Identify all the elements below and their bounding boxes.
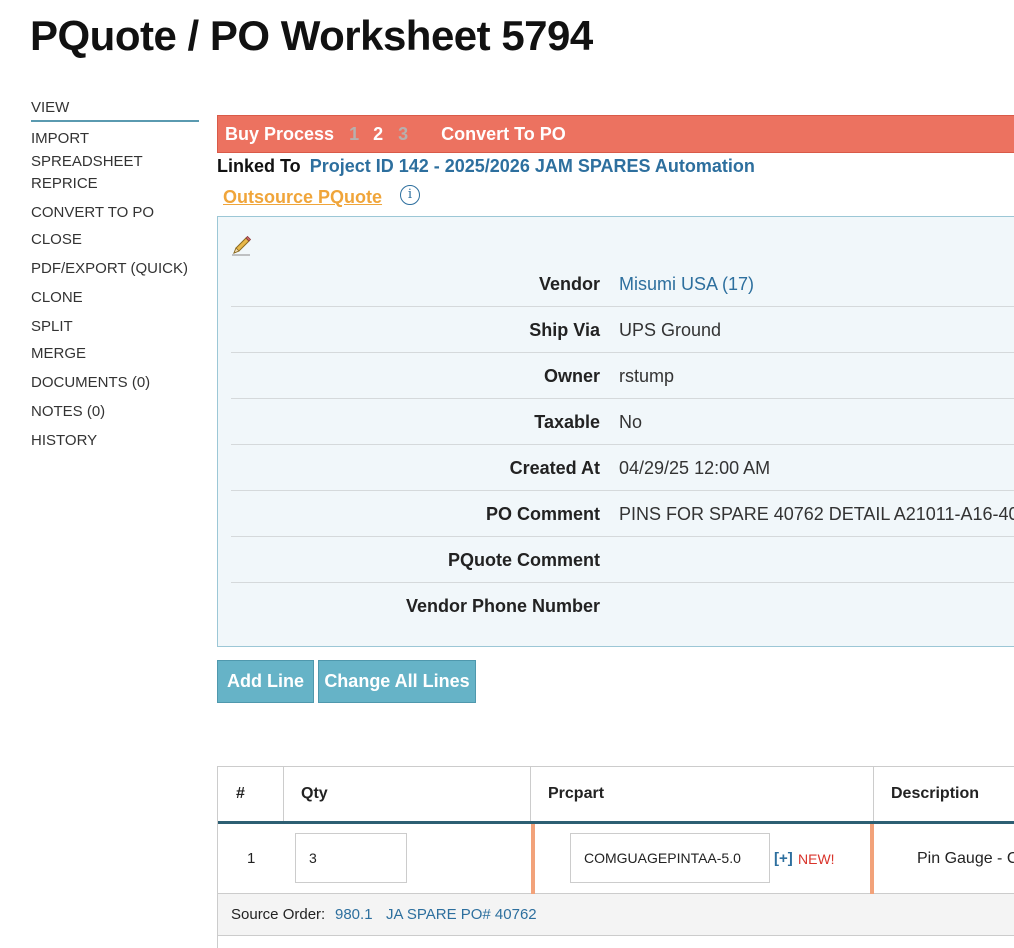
col-header-description: Description xyxy=(891,785,980,802)
nav-documents[interactable]: DOCUMENTS (0) xyxy=(31,372,199,394)
nav-import-line1: IMPORT xyxy=(31,130,90,147)
col-header-num: # xyxy=(218,767,284,821)
pquote-comment-row: PQuote Comment xyxy=(231,537,1014,583)
taxable-row: Taxable No xyxy=(231,399,1014,445)
created-at-value: 04/29/25 12:00 AM xyxy=(619,458,771,478)
vendor-row: Vendor Misumi USA (17) xyxy=(231,261,1014,307)
nav-split[interactable]: SPLIT xyxy=(31,316,199,338)
nav-import-line2: SPREADSHEET xyxy=(31,153,143,170)
nav-pdf-export[interactable]: PDF/EXPORT (QUICK) xyxy=(31,258,199,280)
source-order-label: Source Order: xyxy=(231,906,326,923)
taxable-label: Taxable xyxy=(534,412,600,432)
row-number: 1 xyxy=(247,850,256,867)
linked-to: Linked To Project ID 142 - 2025/2026 JAM… xyxy=(217,156,755,177)
ship-via-label: Ship Via xyxy=(529,320,600,340)
created-at-row: Created At 04/29/25 12:00 AM xyxy=(231,445,1014,491)
nav-merge[interactable]: MERGE xyxy=(31,343,199,365)
nav-view[interactable]: VIEW xyxy=(31,97,199,122)
po-comment-value: PINS FOR SPARE 40762 DETAIL A21011-A16-4… xyxy=(619,504,1014,524)
po-comment-row: PO Comment PINS FOR SPARE 40762 DETAIL A… xyxy=(231,491,1014,537)
ship-via-row: Ship Via UPS Ground xyxy=(231,307,1014,353)
side-nav: VIEW IMPORT SPREADSHEET REPRICE CONVERT … xyxy=(31,97,199,452)
nav-notes[interactable]: NOTES (0) xyxy=(31,401,199,423)
new-badge: NEW! xyxy=(798,851,835,867)
prcpart-accent-left xyxy=(531,824,535,894)
taxable-value: No xyxy=(619,412,643,432)
owner-row: Owner rstump xyxy=(231,353,1014,399)
nav-import-spreadsheet[interactable]: IMPORT SPREADSHEET xyxy=(31,127,199,173)
add-line-button[interactable]: Add Line xyxy=(217,660,314,703)
project-link[interactable]: Project ID 142 - 2025/2026 JAM SPARES Au… xyxy=(310,156,755,176)
source-order-link[interactable]: 980.1 xyxy=(335,906,373,923)
prcpart-input[interactable] xyxy=(570,833,770,883)
expand-prcpart-link[interactable]: [+] xyxy=(774,850,793,867)
pencil-icon[interactable] xyxy=(230,235,252,257)
info-icon[interactable]: i xyxy=(400,185,420,205)
outsource-pquote-link[interactable]: Outsource PQuote xyxy=(223,187,382,208)
nav-convert-to-po[interactable]: CONVERT TO PO xyxy=(31,202,199,224)
owner-label: Owner xyxy=(543,366,600,386)
buy-step-1[interactable]: 1 xyxy=(349,124,359,145)
prcpart-accent-right xyxy=(870,824,874,894)
linked-to-label: Linked To xyxy=(217,156,301,176)
col-header-prcpart: Prcpart xyxy=(531,767,874,821)
nav-reprice[interactable]: REPRICE xyxy=(31,173,199,195)
qty-input[interactable] xyxy=(295,833,407,883)
description-text: Pin Gauge - C xyxy=(917,850,1014,867)
change-all-lines-button[interactable]: Change All Lines xyxy=(318,660,476,703)
nav-history[interactable]: HISTORY xyxy=(31,430,199,452)
vendor-value-link[interactable]: Misumi USA (17) xyxy=(619,274,754,295)
vendor-phone-label: Vendor Phone Number xyxy=(405,596,600,616)
nav-clone[interactable]: CLONE xyxy=(31,287,199,309)
lines-table: # Qty Prcpart Description 1 [+] NEW! Pin… xyxy=(217,766,1014,948)
vendor-phone-row: Vendor Phone Number xyxy=(231,583,1014,629)
nav-close[interactable]: CLOSE xyxy=(31,229,199,251)
page-title: PQuote / PO Worksheet 5794 xyxy=(30,12,593,59)
buy-step-2[interactable]: 2 xyxy=(373,124,383,145)
po-comment-label: PO Comment xyxy=(485,504,600,524)
col-header-qty: Qty xyxy=(284,767,531,821)
buy-step-3[interactable]: 3 xyxy=(398,124,408,145)
ship-via-value: UPS Ground xyxy=(619,320,722,340)
buy-process-label: Buy Process xyxy=(225,123,335,144)
created-at-label: Created At xyxy=(509,458,600,478)
convert-to-po-step[interactable]: Convert To PO xyxy=(441,124,566,145)
source-order-row: Source Order: 980.1 JA SPARE PO# 40762 xyxy=(218,894,1014,936)
owner-value: rstump xyxy=(619,366,675,386)
source-po-link[interactable]: JA SPARE PO# 40762 xyxy=(386,906,537,923)
buy-process-bar: Buy Process 1 2 3 Convert To PO xyxy=(217,115,1014,153)
pquote-comment-label: PQuote Comment xyxy=(447,550,600,570)
detail-panel: Vendor Misumi USA (17) Ship Via UPS Grou… xyxy=(217,216,1014,647)
table-row: 1 [+] NEW! Pin Gauge - C xyxy=(218,824,1014,894)
vendor-label: Vendor xyxy=(538,274,600,294)
